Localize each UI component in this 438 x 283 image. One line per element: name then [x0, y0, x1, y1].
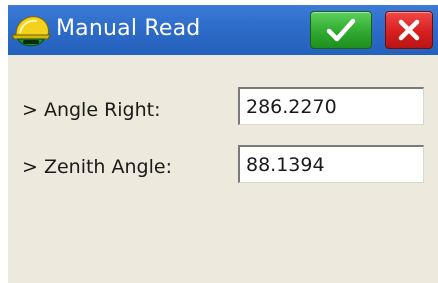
checkmark-icon — [326, 18, 356, 42]
zenith-angle-label: > Zenith Angle: — [22, 156, 172, 178]
title-bar: Manual Read — [8, 5, 438, 55]
close-icon — [398, 19, 420, 41]
angle-right-input[interactable] — [238, 87, 424, 125]
manual-read-dialog: Manual Read > Angle Right: > Zenith Angl… — [8, 5, 438, 283]
window-title: Manual Read — [56, 16, 201, 41]
ok-button[interactable] — [310, 11, 372, 49]
cancel-button[interactable] — [385, 11, 433, 49]
zenith-angle-input[interactable] — [238, 145, 424, 183]
angle-right-label: > Angle Right: — [22, 99, 161, 121]
surveyor-helmet-icon — [11, 16, 51, 47]
